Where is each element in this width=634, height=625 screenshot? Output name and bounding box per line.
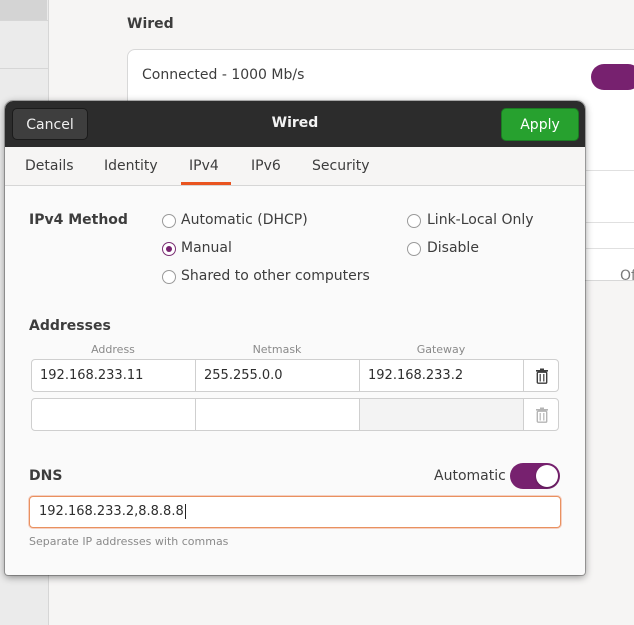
dns-hint: Separate IP addresses with commas [29,535,229,548]
radio-disable[interactable] [407,242,421,256]
radio-link-local-only-label[interactable]: Link-Local Only [427,212,534,228]
gateway-field[interactable]: 192.168.233.2 [360,360,524,391]
radio-automatic-dhcp[interactable] [162,214,176,228]
apply-button[interactable]: Apply [501,108,579,141]
column-header-netmask: Netmask [252,343,302,356]
sidebar-divider [0,68,48,69]
addresses-label: Addresses [29,318,111,334]
gateway-field[interactable] [360,399,524,430]
tab-identity[interactable]: Identity [104,158,158,185]
sidebar-divider [0,20,48,21]
tab-security[interactable]: Security [312,158,370,185]
card-divider [586,222,634,223]
radio-manual[interactable] [162,242,176,256]
radio-disable-label[interactable]: Disable [427,240,479,256]
trash-icon [536,368,548,384]
tab-details[interactable]: Details [25,158,74,185]
wired-settings-dialog: Cancel Wired Apply Details Identity IPv4… [5,101,585,575]
dns-label: DNS [29,468,63,484]
address-field[interactable]: 192.168.233.11 [32,360,196,391]
address-field[interactable] [32,399,196,430]
connection-status-text: Connected - 1000 Mb/s [142,67,305,83]
connection-toggle[interactable] [591,64,634,90]
dialog-title: Wired [271,115,319,131]
wired-section-title: Wired [127,16,174,32]
column-header-address: Address [91,343,135,356]
delete-address-button[interactable] [524,399,560,430]
delete-address-button[interactable] [524,360,560,391]
dns-input[interactable]: 192.168.233.2,8.8.8.8 [29,496,561,528]
toggle-knob [536,465,558,487]
dns-automatic-toggle[interactable] [510,463,560,489]
card-divider [586,248,634,249]
tab-ipv6[interactable]: IPv6 [251,158,281,185]
partial-label: Of [620,268,634,284]
ipv4-settings-panel: IPv4 Method Automatic (DHCP) Link-Local … [5,185,585,575]
ipv4-method-label: IPv4 Method [29,212,128,228]
radio-link-local-only[interactable] [407,214,421,228]
dialog-titlebar: Cancel Wired Apply [5,101,585,147]
dns-input-value: 192.168.233.2,8.8.8.8 [39,504,184,519]
radio-manual-label[interactable]: Manual [181,240,232,256]
radio-shared-label[interactable]: Shared to other computers [181,268,370,284]
column-header-gateway: Gateway [416,343,466,356]
netmask-field[interactable] [196,399,360,430]
netmask-field[interactable]: 255.255.0.0 [196,360,360,391]
trash-icon [536,407,548,423]
radio-automatic-dhcp-label[interactable]: Automatic (DHCP) [181,212,308,228]
card-divider [586,170,634,171]
dns-automatic-label: Automatic [434,468,506,484]
text-caret [184,504,186,519]
dialog-tabs: Details Identity IPv4 IPv6 Security [5,147,585,186]
tab-ipv4[interactable]: IPv4 [189,158,219,185]
address-row [31,398,559,431]
radio-shared[interactable] [162,270,176,284]
address-row: 192.168.233.11 255.255.0.0 192.168.233.2 [31,359,559,392]
sidebar-selected-item[interactable] [0,0,47,20]
